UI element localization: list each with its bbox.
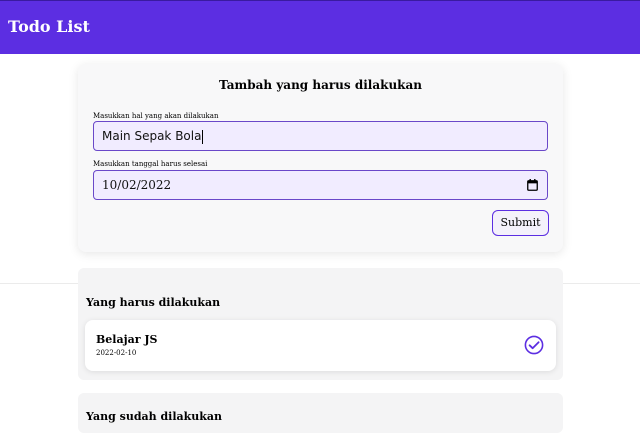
form-heading: Tambah yang harus dilakukan bbox=[219, 78, 422, 92]
title-input[interactable]: Main Sepak Bola bbox=[93, 121, 548, 151]
incomplete-section: Yang harus dilakukan Belajar JS 2022-02-… bbox=[78, 268, 563, 380]
completed-section: Yang sudah dilakukan bbox=[78, 393, 563, 433]
check-circle-icon[interactable] bbox=[524, 335, 544, 355]
date-field-label: Masukkan tanggal harus selesai bbox=[93, 160, 208, 168]
completed-heading: Yang sudah dilakukan bbox=[86, 410, 223, 423]
title-field-label: Masukkan hal yang akan dilakukan bbox=[93, 112, 219, 120]
submit-button[interactable]: Submit bbox=[492, 210, 549, 236]
add-todo-form: Tambah yang harus dilakukan Masukkan hal… bbox=[78, 64, 563, 252]
todo-item: Belajar JS 2022-02-10 bbox=[85, 320, 556, 371]
todo-title: Belajar JS bbox=[96, 333, 158, 346]
title-input-value: Main Sepak Bola bbox=[102, 129, 202, 143]
text-caret bbox=[202, 129, 204, 144]
calendar-icon[interactable] bbox=[527, 179, 538, 191]
date-input[interactable]: 10/02/2022 bbox=[93, 170, 548, 200]
date-input-value: 10/02/2022 bbox=[102, 178, 172, 192]
app-header: Todo List bbox=[0, 0, 640, 54]
todo-date: 2022-02-10 bbox=[96, 349, 137, 357]
app-title: Todo List bbox=[8, 17, 90, 36]
incomplete-heading: Yang harus dilakukan bbox=[86, 296, 221, 309]
